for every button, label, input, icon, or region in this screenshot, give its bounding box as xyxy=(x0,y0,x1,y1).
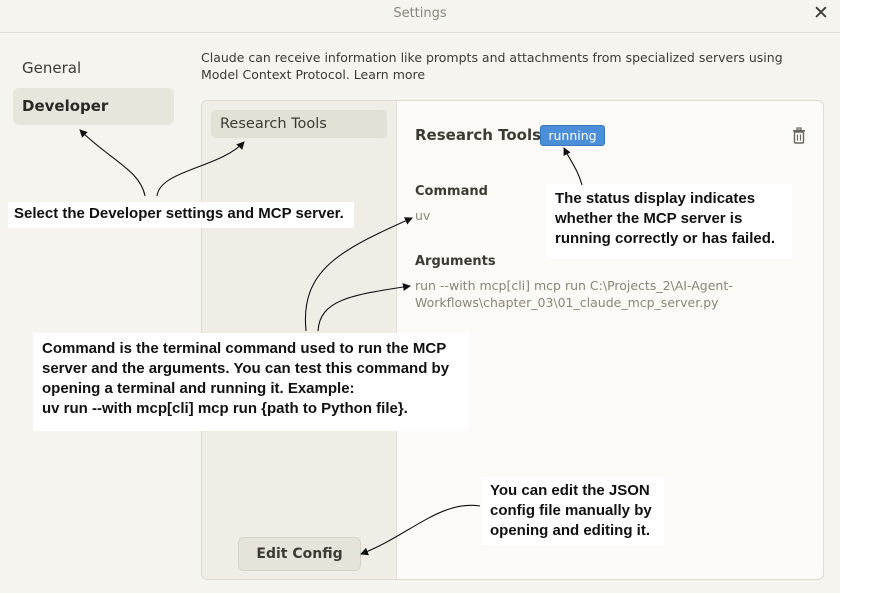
nav-item-developer[interactable]: Developer xyxy=(13,88,174,125)
mcp-intro-text: Claude can receive information like prom… xyxy=(201,49,811,83)
status-badge: running xyxy=(540,125,605,146)
annotation-select-developer: Select the Developer settings and MCP se… xyxy=(8,202,354,228)
annotation-command-explanation: Command is the terminal command used to … xyxy=(33,333,469,431)
command-label: Command xyxy=(415,184,488,199)
server-detail-title: Research Tools xyxy=(415,126,542,144)
annotation-edit-config: You can edit the JSON config file manual… xyxy=(482,477,664,545)
close-icon[interactable]: ✕ xyxy=(810,2,832,24)
learn-more-link[interactable]: Learn more xyxy=(354,67,425,82)
settings-window: Settings ✕ General Developer Claude can … xyxy=(0,0,840,593)
annotation-status-display: The status display indicates whether the… xyxy=(546,184,792,258)
window-title: Settings xyxy=(393,6,447,21)
trash-icon[interactable] xyxy=(792,127,806,144)
title-bar: Settings ✕ xyxy=(0,0,840,33)
server-item-research-tools[interactable]: Research Tools xyxy=(211,110,387,138)
arguments-label: Arguments xyxy=(415,254,496,269)
command-value: uv xyxy=(415,208,431,223)
intro-description: Claude can receive information like prom… xyxy=(201,50,783,82)
nav-item-general[interactable]: General xyxy=(13,50,174,87)
edit-config-button[interactable]: Edit Config xyxy=(238,537,361,571)
arguments-value: run --with mcp[cli] mcp run C:\Projects_… xyxy=(415,278,733,310)
